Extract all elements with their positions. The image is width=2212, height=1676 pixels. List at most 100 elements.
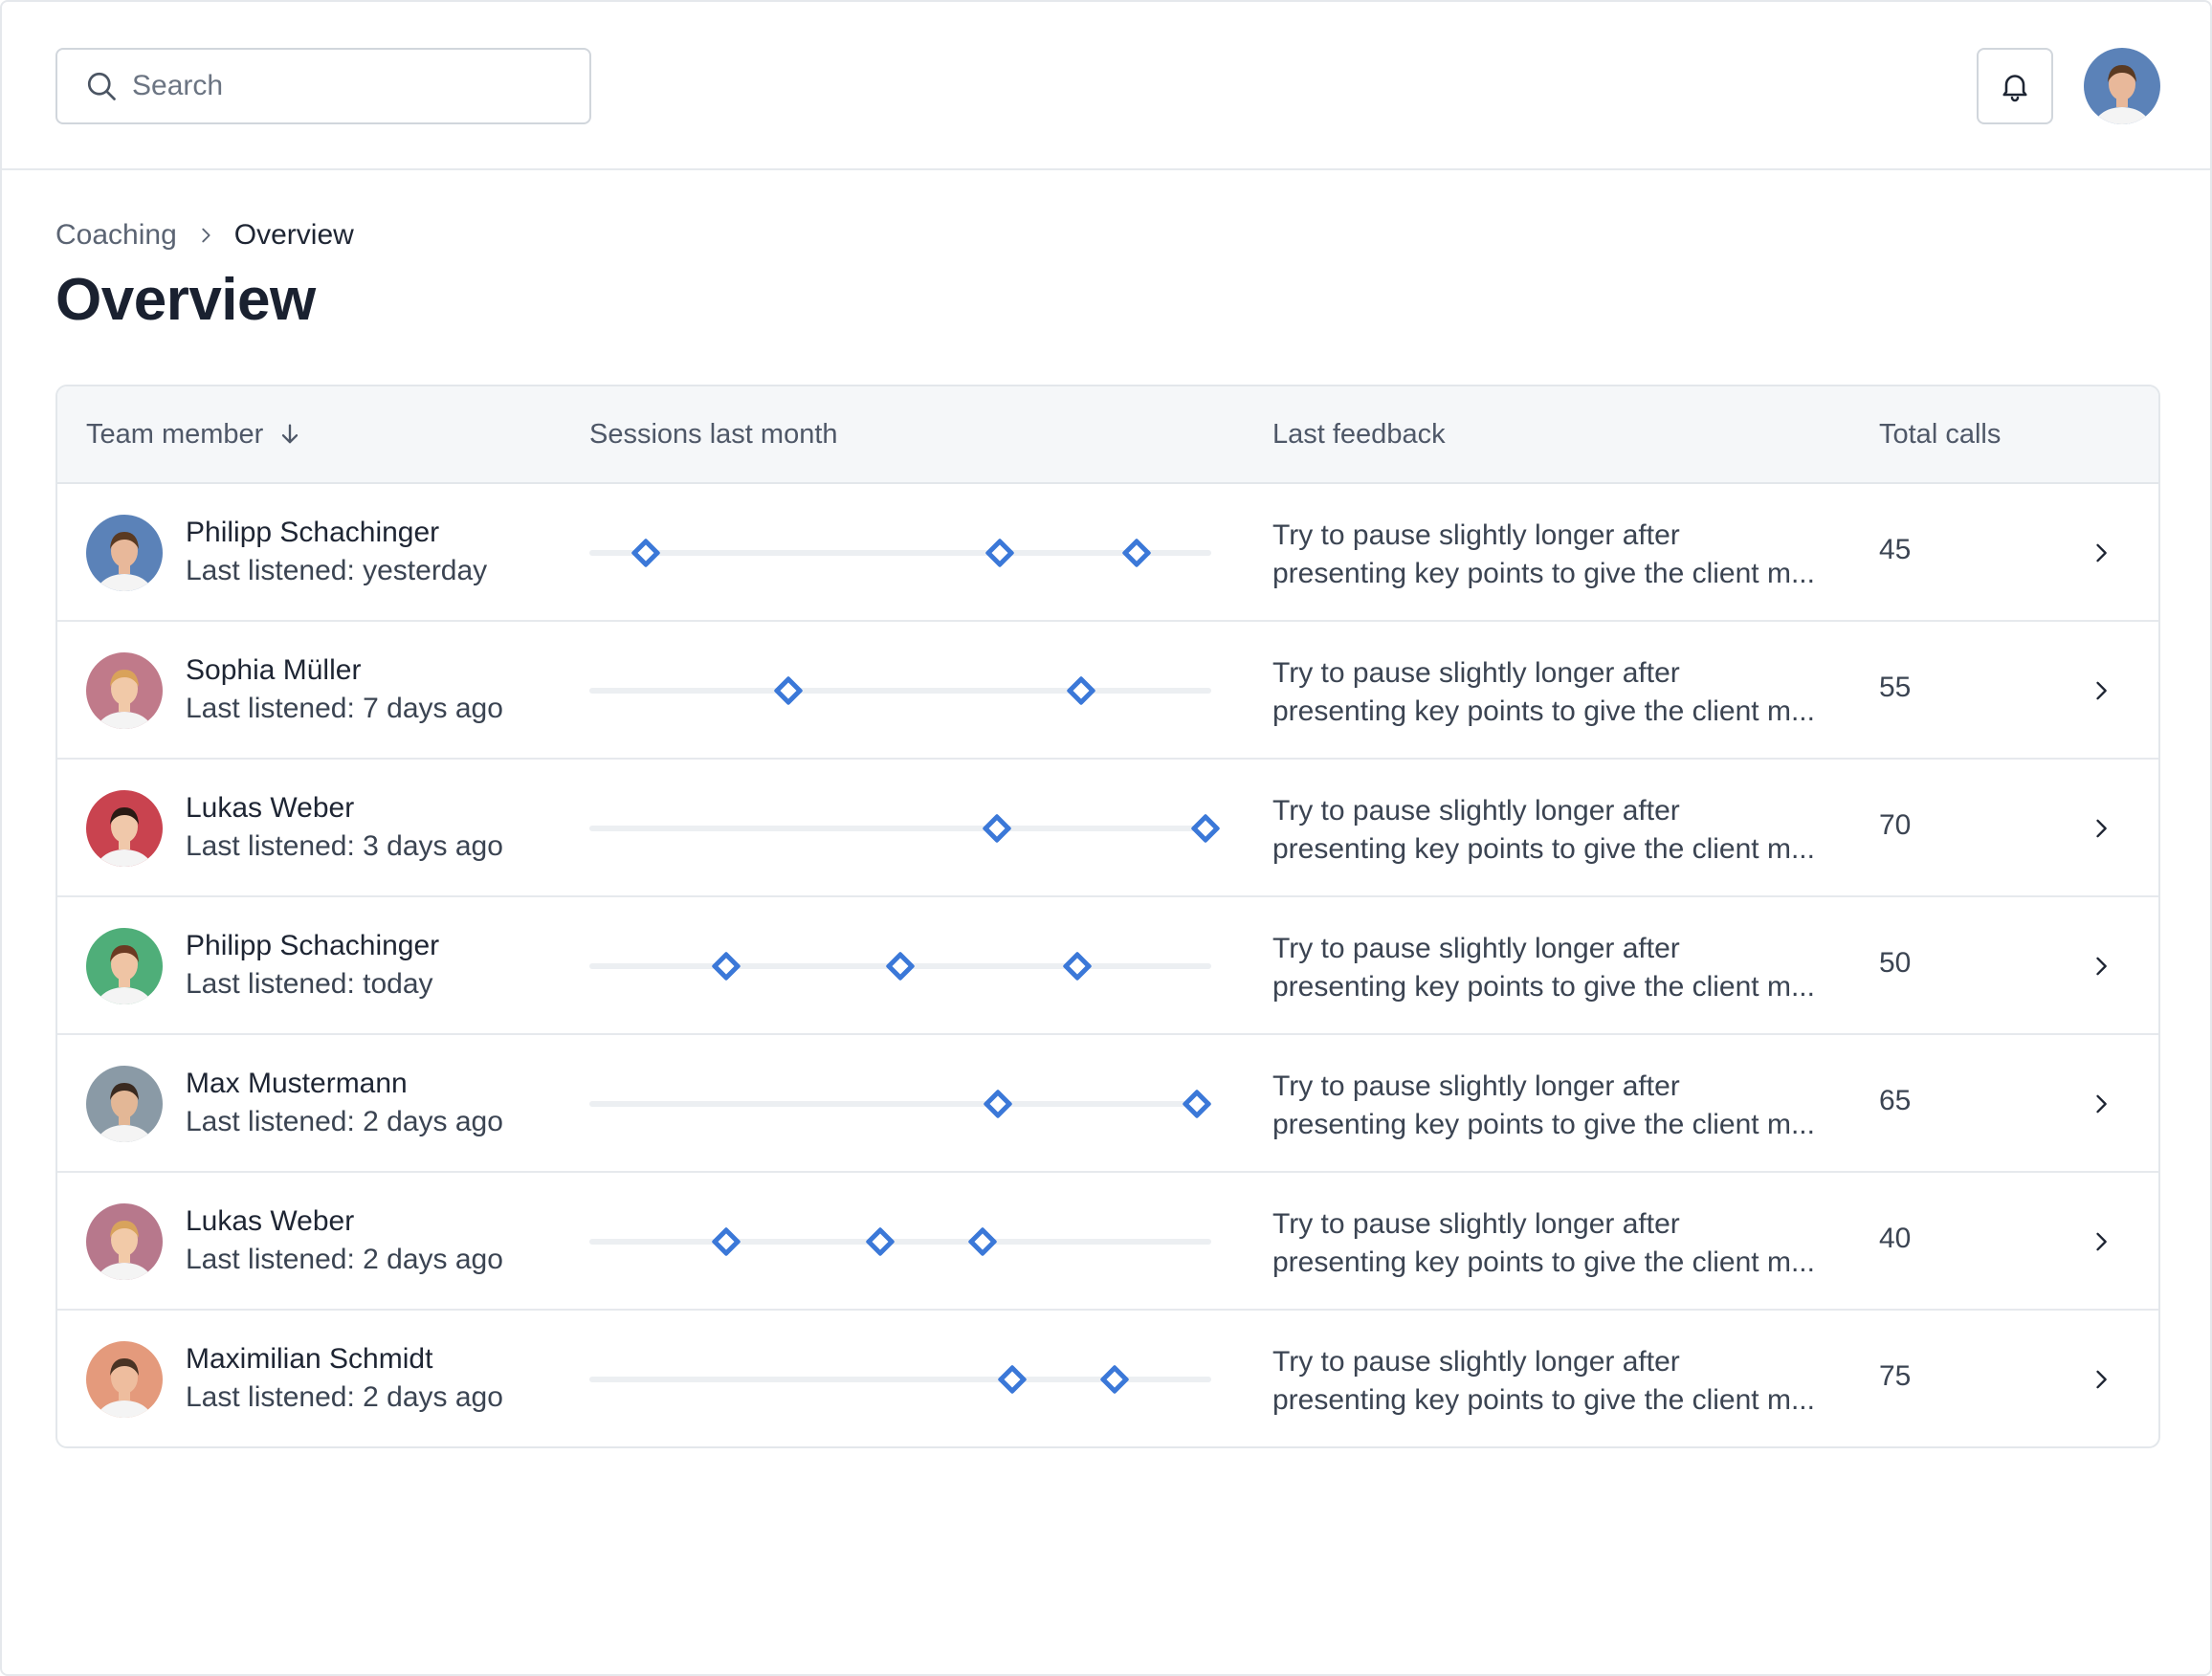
table-body: Philipp Schachinger Last listened: yester…: [57, 484, 2158, 1446]
bell-icon: [2002, 75, 2027, 102]
column-header-team-member[interactable]: Team member: [86, 386, 303, 482]
table-row[interactable]: Max Mustermann Last listened: 2 days ago T…: [57, 1035, 2158, 1173]
session-marker[interactable]: [982, 813, 1012, 844]
member-name: Lukas Weber: [186, 1205, 355, 1237]
member-avatar: [86, 1066, 163, 1142]
last-feedback: Try to pause slightly longer after presen…: [1272, 792, 1837, 869]
feedback-line: Try to pause slightly longer after: [1272, 933, 1680, 964]
session-marker[interactable]: [1121, 538, 1152, 568]
session-marker[interactable]: [630, 538, 661, 568]
member-avatar: [86, 928, 163, 1004]
feedback-line: Try to pause slightly longer after: [1272, 795, 1680, 827]
feedback-line: presenting key points to give the client…: [1272, 558, 1815, 589]
row-open-button[interactable]: [2084, 1087, 2118, 1121]
feedback-line: Try to pause slightly longer after: [1272, 657, 1680, 689]
sessions-markers: [589, 1311, 1211, 1446]
sessions-markers: [589, 1173, 1211, 1311]
row-open-button[interactable]: [2084, 949, 2118, 983]
table-row[interactable]: Maximilian Schmidt Last listened: 2 days …: [57, 1311, 2158, 1446]
session-marker[interactable]: [773, 675, 804, 706]
total-calls: 40: [1879, 1223, 1912, 1254]
chevron-right-icon: [2096, 1094, 2107, 1114]
table-row[interactable]: Lukas Weber Last listened: 3 days ago Try …: [57, 760, 2158, 897]
row-open-button[interactable]: [2084, 1362, 2118, 1397]
total-calls: 45: [1879, 534, 1912, 565]
sessions-markers: [589, 1035, 1212, 1173]
session-marker[interactable]: [885, 951, 916, 981]
column-header-label: Team member: [86, 418, 264, 450]
table-row[interactable]: Philipp Schachinger Last listened: yester…: [57, 484, 2158, 622]
row-open-button[interactable]: [2084, 1224, 2118, 1259]
total-calls: 65: [1879, 1085, 1912, 1116]
chevron-right-icon: [2096, 1370, 2107, 1389]
row-open-button[interactable]: [2084, 536, 2118, 570]
total-calls: 70: [1879, 809, 1912, 841]
search-box[interactable]: [55, 48, 591, 124]
session-marker[interactable]: [711, 1226, 741, 1257]
breadcrumb-current: Overview: [233, 219, 354, 251]
member-name: Maximilian Schmidt: [186, 1343, 433, 1375]
column-header-calls: Total calls: [1879, 418, 2002, 450]
feedback-line: presenting key points to give the client…: [1272, 1109, 1815, 1140]
session-marker[interactable]: [984, 538, 1015, 568]
search-input[interactable]: [132, 70, 553, 102]
breadcrumb: Coaching Overview: [55, 216, 354, 254]
column-header-feedback: Last feedback: [1272, 418, 1446, 450]
table-row[interactable]: Sophia Müller Last listened: 7 days ago Tr…: [57, 622, 2158, 760]
member-last-listened: Last listened: yesterday: [186, 555, 488, 586]
breadcrumb-coaching-link[interactable]: Coaching: [55, 219, 177, 252]
team-table: Team member Sessions last month Last fee…: [55, 385, 2160, 1448]
member-avatar: [86, 652, 163, 729]
breadcrumb-separator: [177, 225, 234, 246]
feedback-line: presenting key points to give the client…: [1272, 695, 1815, 727]
session-marker[interactable]: [1099, 1364, 1130, 1395]
session-marker[interactable]: [1062, 951, 1093, 981]
session-marker[interactable]: [1065, 675, 1096, 706]
member-name: Max Mustermann: [186, 1068, 408, 1099]
table-row[interactable]: Philipp Schachinger Last listened: today T…: [57, 897, 2158, 1035]
member-last-listened: Last listened: 2 days ago: [186, 1106, 503, 1137]
app-window: Coaching Overview Overview Team member S…: [0, 0, 2212, 1676]
member-name: Lukas Weber: [186, 792, 355, 824]
member-avatar: [86, 790, 163, 867]
feedback-line: Try to pause slightly longer after: [1272, 1208, 1680, 1240]
row-open-button[interactable]: [2084, 673, 2118, 708]
chevron-right-icon: [2096, 819, 2107, 838]
sessions-markers: [589, 897, 1211, 1035]
notifications-button[interactable]: [1977, 48, 2053, 124]
session-marker[interactable]: [711, 951, 741, 981]
total-calls: 50: [1879, 947, 1912, 979]
session-marker[interactable]: [1189, 813, 1221, 844]
feedback-line: Try to pause slightly longer after: [1272, 1070, 1680, 1102]
last-feedback: Try to pause slightly longer after presen…: [1272, 654, 1837, 731]
session-marker[interactable]: [997, 1364, 1028, 1395]
page-title: Overview: [55, 267, 316, 333]
member-avatar: [86, 1341, 163, 1418]
member-last-listened: Last listened: 3 days ago: [186, 830, 503, 862]
table-row[interactable]: Lukas Weber Last listened: 2 days ago Try …: [57, 1173, 2158, 1311]
feedback-line: Try to pause slightly longer after: [1272, 1346, 1680, 1378]
feedback-line: presenting key points to give the client…: [1272, 1246, 1815, 1278]
top-bar: [2, 2, 2210, 170]
chevron-right-icon: [2096, 681, 2107, 700]
session-marker[interactable]: [967, 1226, 998, 1257]
total-calls: 55: [1879, 672, 1912, 703]
session-marker[interactable]: [983, 1089, 1013, 1119]
feedback-line: presenting key points to give the client…: [1272, 971, 1815, 1003]
total-calls: 75: [1879, 1360, 1912, 1392]
sessions-markers: [589, 484, 1211, 622]
last-feedback: Try to pause slightly longer after presen…: [1272, 1205, 1837, 1282]
feedback-line: Try to pause slightly longer after: [1272, 519, 1680, 551]
sessions-markers: [589, 622, 1211, 760]
member-avatar: [86, 1203, 163, 1280]
row-open-button[interactable]: [2084, 811, 2118, 846]
session-marker[interactable]: [1182, 1089, 1212, 1119]
column-header-sessions: Sessions last month: [589, 418, 838, 450]
member-last-listened: Last listened: 7 days ago: [186, 693, 503, 724]
chevron-right-icon: [202, 228, 210, 243]
session-marker[interactable]: [865, 1226, 896, 1257]
chevron-right-icon: [2096, 957, 2107, 976]
last-feedback: Try to pause slightly longer after presen…: [1272, 1068, 1837, 1144]
member-last-listened: Last listened: 2 days ago: [186, 1381, 503, 1413]
user-avatar[interactable]: [2084, 48, 2160, 124]
